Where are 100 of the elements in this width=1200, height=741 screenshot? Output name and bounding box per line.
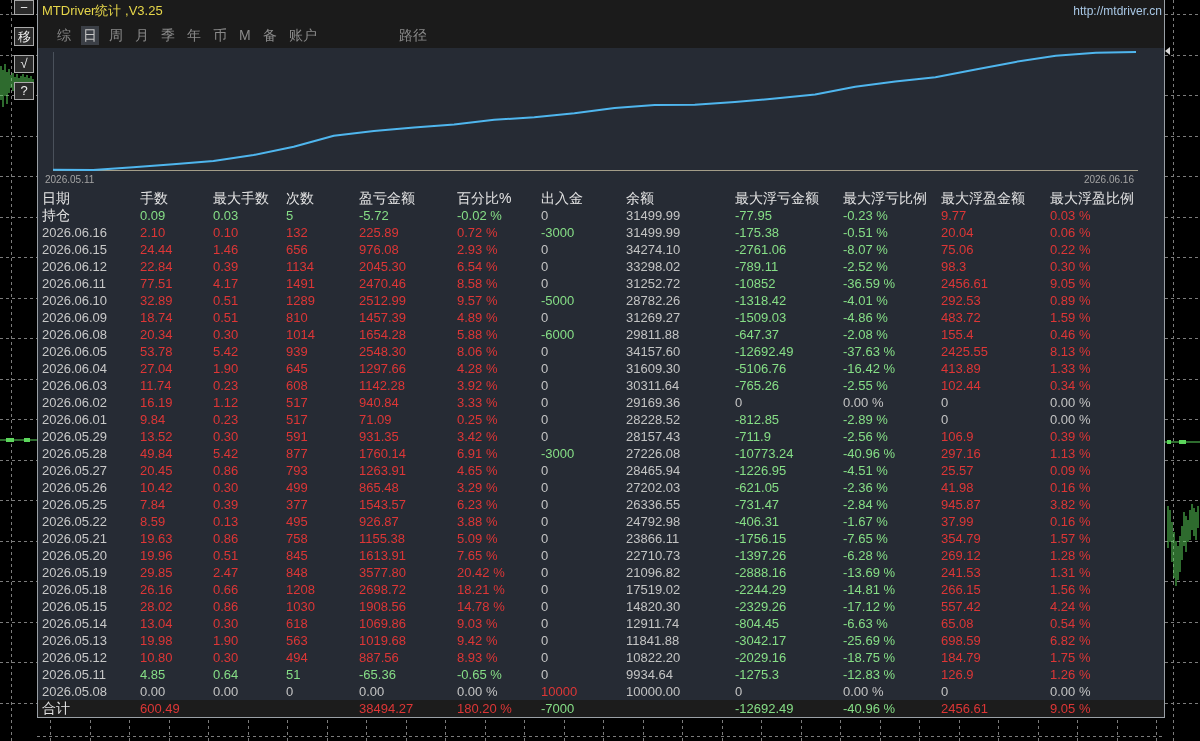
- table-cell: 1.90: [213, 632, 239, 649]
- table-cell: 413.89: [941, 360, 981, 377]
- table-cell: 0.30: [213, 649, 239, 666]
- table-cell: -2.36 %: [843, 479, 888, 496]
- table-cell: 2026.06.12: [42, 258, 108, 275]
- table-cell: 1.90: [213, 360, 239, 377]
- table-cell: 0: [541, 649, 549, 666]
- table-cell: 0.23: [213, 411, 239, 428]
- table-cell: 945.87: [941, 496, 981, 513]
- tab[interactable]: M: [237, 25, 253, 45]
- side-button[interactable]: −: [14, 0, 34, 15]
- table-cell: 0.03 %: [1050, 207, 1091, 224]
- table-cell: 517: [286, 394, 308, 411]
- table-cell: -3042.17: [735, 632, 787, 649]
- table-cell: 563: [286, 632, 308, 649]
- table-cell: 0.86: [213, 462, 239, 479]
- table-cell: -0.65 %: [457, 666, 502, 683]
- table-cell: 20.34: [140, 326, 173, 343]
- table-cell: 34274.10: [626, 241, 681, 258]
- table-cell: -6000: [541, 326, 575, 343]
- table-cell: 0.00 %: [1050, 411, 1091, 428]
- tab[interactable]: 季: [159, 25, 177, 45]
- path-button[interactable]: 路径: [396, 25, 429, 45]
- table-cell: 0: [541, 428, 549, 445]
- table-cell: 0: [541, 258, 549, 275]
- table-cell: 0.39 %: [1050, 428, 1091, 445]
- table-cell: 0.25 %: [457, 411, 498, 428]
- table-cell: 31499.99: [626, 224, 681, 241]
- table-cell: 106.9: [941, 428, 974, 445]
- table-cell: 1491: [286, 275, 315, 292]
- table-cell: 0.30: [213, 479, 239, 496]
- table-cell: 0.34 %: [1050, 377, 1091, 394]
- table-cell: 0.00 %: [843, 683, 884, 700]
- table-cell: 1613.91: [359, 547, 406, 564]
- tab[interactable]: 账户: [286, 25, 319, 45]
- table-cell: -1318.42: [735, 292, 787, 309]
- table-cell: 102.44: [941, 377, 981, 394]
- table-cell: 0.54 %: [1050, 615, 1091, 632]
- table-cell: 0: [541, 360, 549, 377]
- table-cell: 1.13 %: [1050, 445, 1091, 462]
- side-button[interactable]: √: [14, 55, 34, 73]
- table-cell: 71.09: [359, 411, 392, 428]
- table-cell: -0.23 %: [843, 207, 888, 224]
- table-cell: 0: [941, 394, 949, 411]
- table-cell: 19.63: [140, 530, 173, 547]
- table-cell: 31269.27: [626, 309, 681, 326]
- table-cell: 0.51: [213, 547, 239, 564]
- table-cell: 557.42: [941, 598, 981, 615]
- tab[interactable]: 年: [185, 25, 203, 45]
- tab[interactable]: 日: [81, 25, 99, 45]
- table-cell: 27202.03: [626, 479, 681, 496]
- side-button[interactable]: 移: [14, 27, 34, 46]
- tab[interactable]: 月: [133, 25, 151, 45]
- table-cell: 2045.30: [359, 258, 406, 275]
- table-cell: -25.69 %: [843, 632, 896, 649]
- table-cell: 49.84: [140, 445, 173, 462]
- table-cell: 184.79: [941, 649, 981, 666]
- table-cell: -711.9: [735, 428, 771, 445]
- table-cell: 2026.06.08: [42, 326, 108, 343]
- table-cell: 0: [941, 683, 949, 700]
- table-cell: 0.66: [213, 581, 239, 598]
- table-cell: -1275.3: [735, 666, 780, 683]
- table-cell: -0.51 %: [843, 224, 888, 241]
- table-cell: 19.98: [140, 632, 173, 649]
- table-cell: 3.42 %: [457, 428, 498, 445]
- table-cell: 0: [541, 411, 549, 428]
- table-cell: 810: [286, 309, 308, 326]
- table-cell: -65.36: [359, 666, 396, 683]
- table-cell: 0.72 %: [457, 224, 498, 241]
- table-cell: 8.06 %: [457, 343, 498, 360]
- table-cell: 2.47: [213, 564, 239, 581]
- table-cell: -804.45: [735, 615, 780, 632]
- table-cell: -2.08 %: [843, 326, 888, 343]
- column-header: 盈亏金额: [359, 190, 415, 207]
- table-cell: 2470.46: [359, 275, 406, 292]
- tab[interactable]: 综: [55, 25, 73, 45]
- table-cell: 1.28 %: [1050, 547, 1091, 564]
- table-cell: 20.04: [941, 224, 974, 241]
- table-cell: 17519.02: [626, 581, 681, 598]
- table-cell: 0.09 %: [1050, 462, 1091, 479]
- table-cell: 2026.06.16: [42, 224, 108, 241]
- tab[interactable]: 周: [107, 25, 125, 45]
- table-cell: 0.00 %: [457, 683, 498, 700]
- table-cell: 27226.08: [626, 445, 681, 462]
- table-cell: 2026.05.15: [42, 598, 108, 615]
- table-cell: 2026.06.10: [42, 292, 108, 309]
- table-cell: 6.82 %: [1050, 632, 1091, 649]
- table-cell: -17.12 %: [843, 598, 896, 615]
- table-cell: 155.4: [941, 326, 974, 343]
- table-cell: 41.98: [941, 479, 974, 496]
- table-cell: 1014: [286, 326, 315, 343]
- tab[interactable]: 币: [211, 25, 229, 45]
- side-button[interactable]: ?: [14, 82, 34, 100]
- website-link[interactable]: http://mtdriver.cn: [1073, 4, 1162, 18]
- table-cell: 266.15: [941, 581, 981, 598]
- table-cell: 865.48: [359, 479, 399, 496]
- table-cell: 0.03: [213, 207, 239, 224]
- tab[interactable]: 备: [260, 25, 279, 45]
- table-cell: -7.65 %: [843, 530, 888, 547]
- table-cell: 0.00: [140, 683, 166, 700]
